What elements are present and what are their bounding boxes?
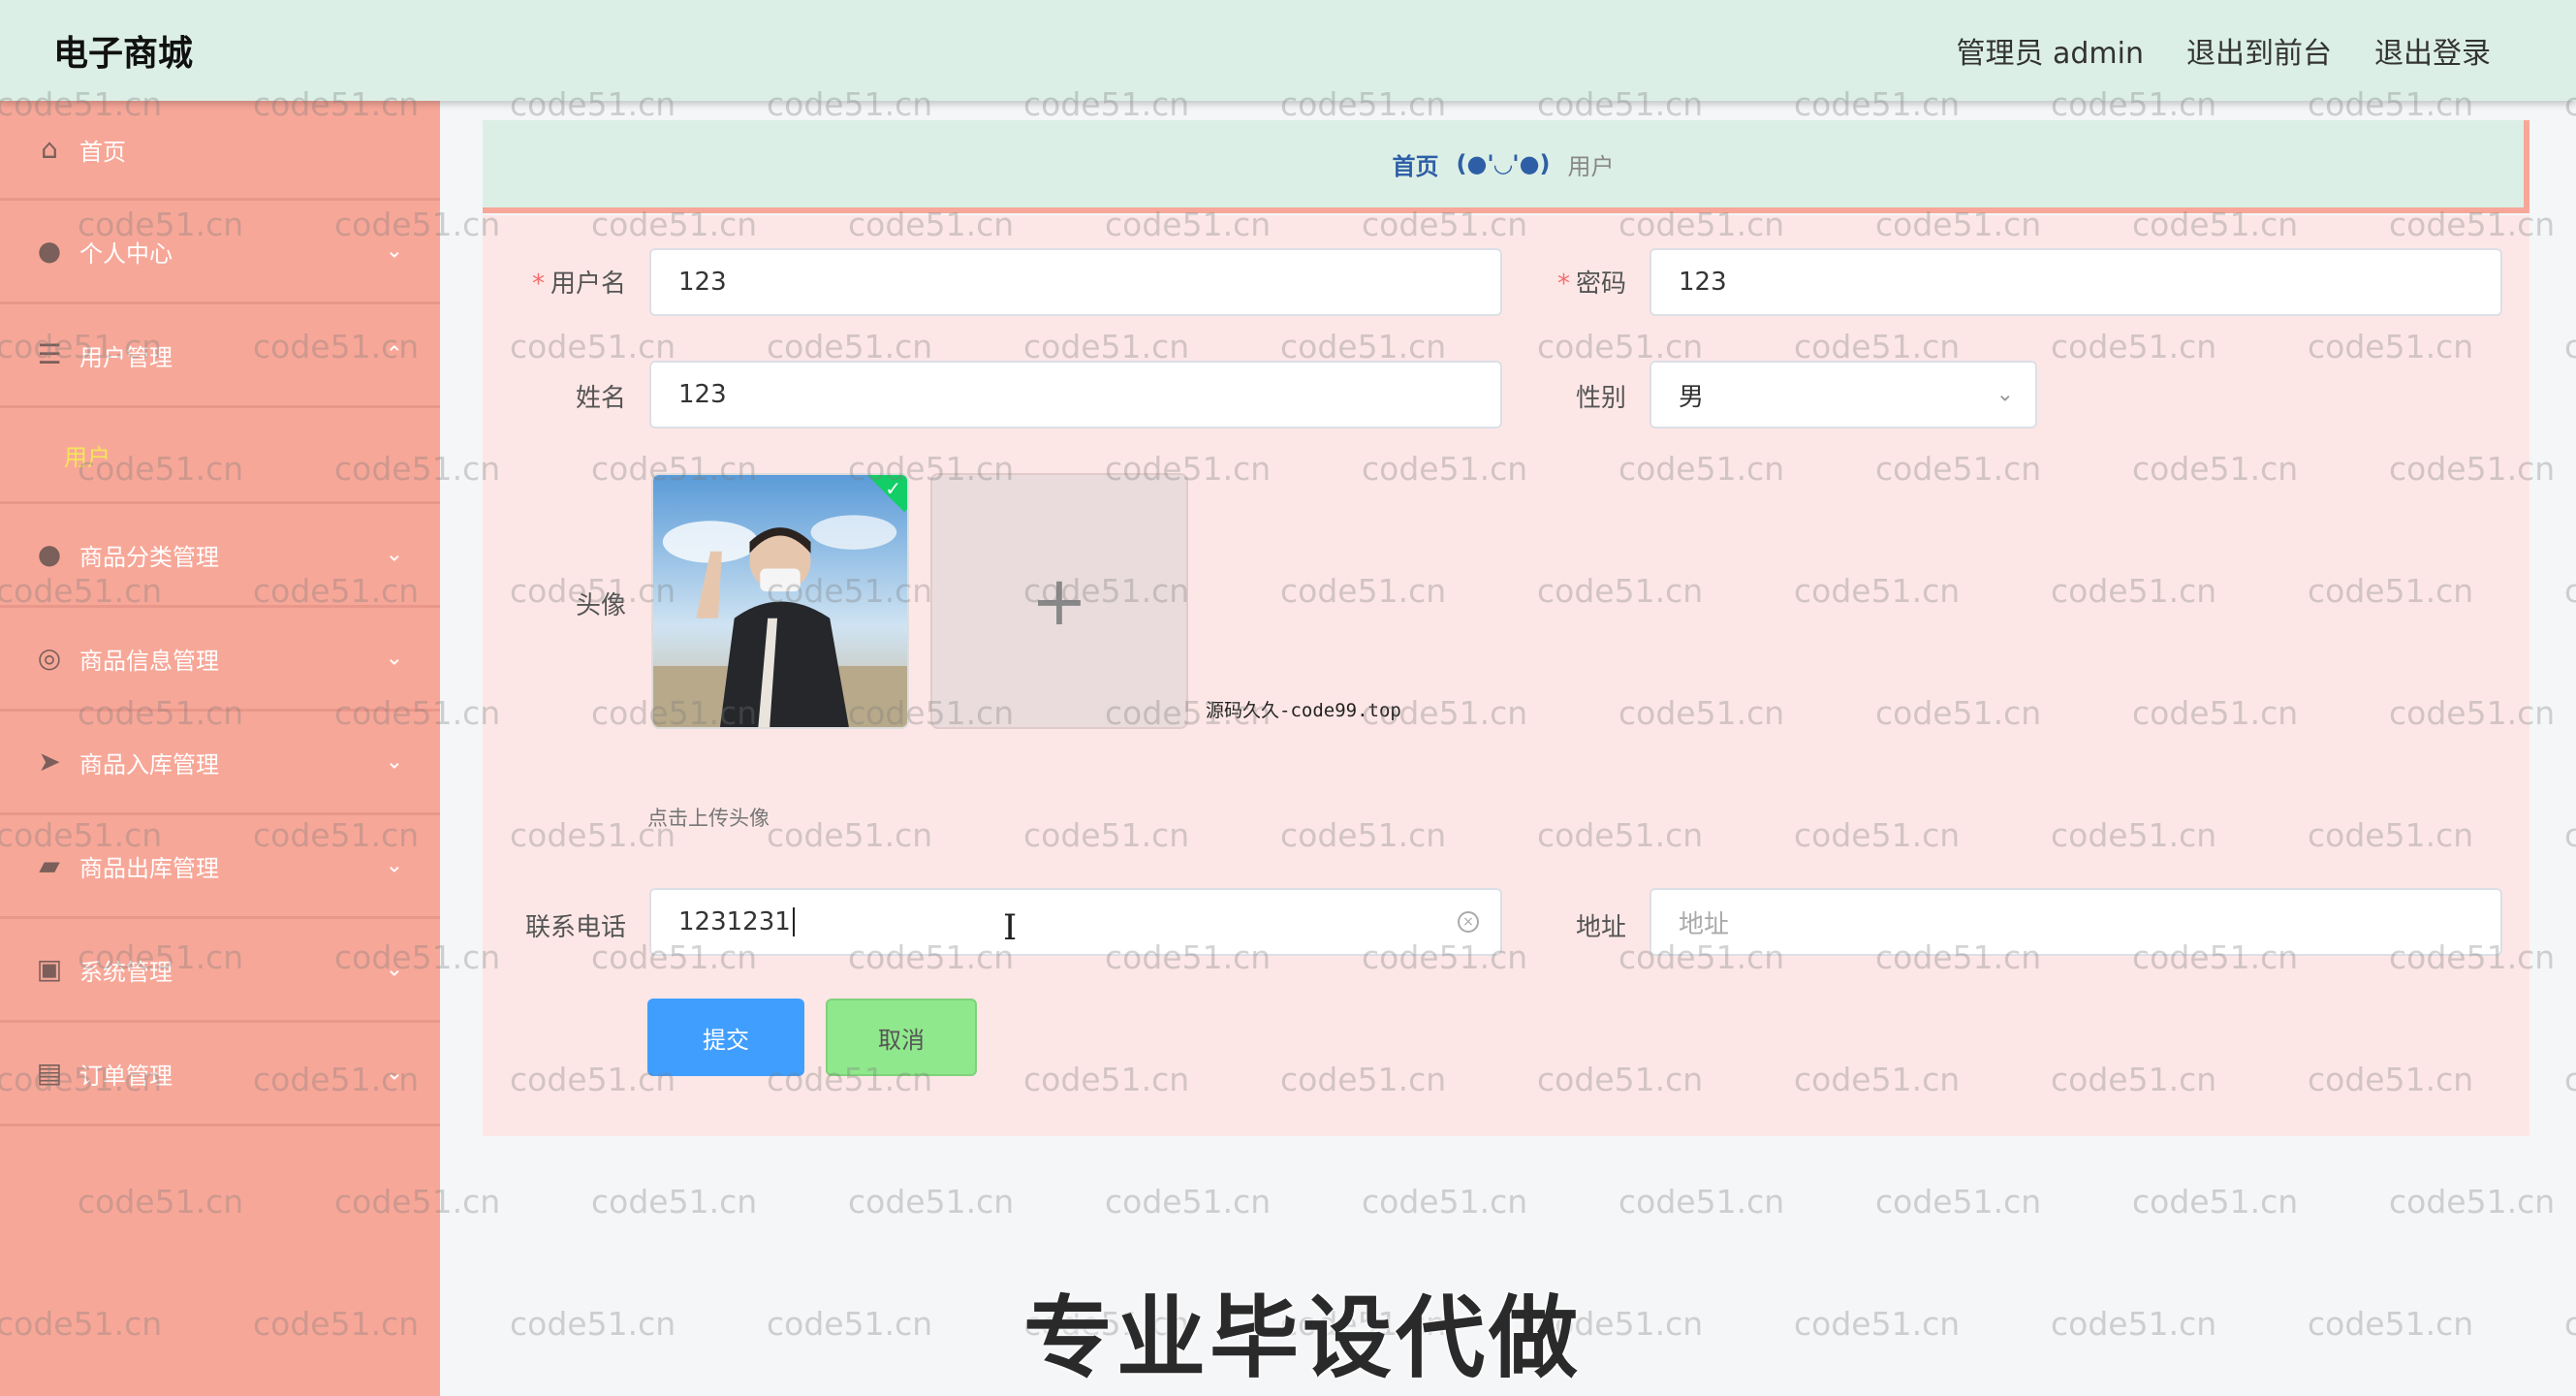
watermark-text: code51.cn <box>2308 1305 2474 1343</box>
plus-icon: + <box>1030 561 1088 641</box>
chevron-down-icon: ⌄ <box>1995 382 2014 407</box>
watermark-text: code51.cn <box>767 1305 933 1343</box>
chevron-down-icon: ⌄ <box>385 957 403 982</box>
sidebar-item-orders[interactable]: ▤ 订单管理 ⌄ <box>0 1023 440 1126</box>
chevron-down-icon: ⌄ <box>385 1061 403 1086</box>
gender-select-value: 男 <box>1679 382 1705 412</box>
sidebar-item-label: 个人中心 <box>79 239 173 268</box>
logout-link[interactable]: 退出登录 <box>2374 29 2491 72</box>
username-input[interactable]: 123 <box>649 248 1502 316</box>
person-icon: ● <box>37 538 62 570</box>
source-note: 源码久久-code99.top <box>1206 700 1401 721</box>
sidebar-item-label: 首页 <box>79 138 126 166</box>
password-label-text: 密码 <box>1575 270 1626 299</box>
sidebar-item-user-management[interactable]: ☰ 用户管理 ⌃ <box>0 304 440 408</box>
sidebar-item-home[interactable]: ⌂ 首页 <box>0 101 440 201</box>
sidebar: ⌂ 首页 ● 个人中心 ⌄ ☰ 用户管理 ⌃ 用户 ● 商品分类管理 ⌄ ◎ 商… <box>0 101 440 1396</box>
text-caret <box>792 907 795 936</box>
watermark-text: code51.cn <box>510 1305 676 1343</box>
submit-button[interactable]: 提交 <box>647 999 804 1076</box>
sidebar-item-personal-center[interactable]: ● 个人中心 ⌄ <box>0 201 440 304</box>
box-icon: ▣ <box>36 953 63 985</box>
chevron-down-icon: ⌄ <box>385 646 403 671</box>
breadcrumb-current: 用户 <box>1567 152 1615 180</box>
sidebar-item-system[interactable]: ▣ 系统管理 ⌄ <box>0 919 440 1023</box>
watermark-text: code51.cn <box>2132 1183 2299 1221</box>
phone-label: 联系电话 <box>524 913 626 942</box>
brand-title: 电子商城 <box>53 34 194 74</box>
submenu-item-user[interactable]: 用户 <box>64 438 110 472</box>
watermark-text: code51.cn <box>591 1183 758 1221</box>
upload-avatar-button[interactable]: + <box>930 473 1188 729</box>
address-input[interactable]: 地址 <box>1649 888 2502 956</box>
upload-tip: 点击上传头像 <box>647 807 770 830</box>
top-header: 电子商城 管理员 admin 退出到前台 退出登录 <box>0 0 2576 101</box>
watermark-text: code51.cn <box>2564 816 2576 854</box>
sidebar-item-label: 商品出库管理 <box>79 854 219 882</box>
watermark-text: code51.cn <box>2051 1305 2217 1343</box>
sidebar-item-stock-in[interactable]: ➤ 商品入库管理 ⌄ <box>0 712 440 815</box>
breadcrumb-home[interactable]: 首页 <box>1393 147 1439 181</box>
check-icon: ✓ <box>885 477 901 500</box>
name-label: 姓名 <box>575 384 626 413</box>
text-cursor-icon: I <box>1003 908 1018 948</box>
gender-select[interactable]: 男 ⌄ <box>1649 361 2037 428</box>
chevron-down-icon: ⌄ <box>385 238 403 264</box>
avatar-image[interactable]: ✓ <box>651 473 909 729</box>
sidebar-item-label: 商品信息管理 <box>79 647 219 675</box>
admin-user-label[interactable]: 管理员 admin <box>1956 29 2144 72</box>
send-icon: ➤ <box>38 746 61 777</box>
menu-icon: ☰ <box>37 338 62 370</box>
watermark-text: code51.cn <box>848 1183 1015 1221</box>
username-label: * 用户名 <box>514 264 626 300</box>
sidebar-item-label: 商品入库管理 <box>79 750 219 778</box>
sidebar-item-label: 系统管理 <box>79 958 173 986</box>
sidebar-item-label: 订单管理 <box>79 1062 173 1090</box>
home-icon: ⌂ <box>41 133 58 165</box>
required-mark: * <box>531 270 545 299</box>
cancel-button[interactable]: 取消 <box>826 999 977 1076</box>
watermark-text: code51.cn <box>1362 1183 1528 1221</box>
breadcrumb: 首页 (●'◡'●) 用户 <box>483 120 2529 213</box>
breadcrumb-separator: (●'◡'●) <box>1456 150 1551 177</box>
watermark-text: code51.cn <box>1794 1305 1961 1343</box>
avatar-label: 头像 <box>575 591 626 620</box>
watermark-text: code51.cn <box>2564 1305 2576 1343</box>
password-input[interactable]: 123 <box>1649 248 2502 316</box>
watermark-text: code51.cn <box>1105 1183 1272 1221</box>
watermark-text: code51.cn <box>1875 1183 2042 1221</box>
phone-input[interactable]: 1231231 × <box>649 888 1502 956</box>
watermark-text: code51.cn <box>1618 1183 1785 1221</box>
submenu-user: 用户 <box>0 408 440 504</box>
chevron-down-icon: ⌄ <box>385 542 403 567</box>
chevron-up-icon: ⌃ <box>385 342 403 367</box>
phone-input-value: 1231231 <box>678 907 791 936</box>
chevron-down-icon: ⌄ <box>385 853 403 878</box>
sidebar-item-stock-out[interactable]: ▰ 商品出库管理 ⌄ <box>0 815 440 919</box>
watermark-text: code51.cn <box>2564 328 2576 365</box>
username-label-text: 用户名 <box>550 270 626 299</box>
circle-icon: ◎ <box>37 642 62 674</box>
sidebar-item-label: 商品分类管理 <box>79 543 219 571</box>
watermark-text: code51.cn <box>2564 1061 2576 1098</box>
top-nav: 管理员 admin 退出到前台 退出登录 <box>1956 29 2491 72</box>
person-icon: ● <box>37 235 62 267</box>
sidebar-item-product-info[interactable]: ◎ 商品信息管理 ⌄ <box>0 608 440 712</box>
watermark-text: code51.cn <box>2389 1183 2556 1221</box>
required-mark: * <box>1556 270 1570 299</box>
gender-label: 性别 <box>1575 384 1626 413</box>
address-label: 地址 <box>1575 913 1626 942</box>
watermark-text: code51.cn <box>2564 572 2576 610</box>
sidebar-item-category-management[interactable]: ● 商品分类管理 ⌄ <box>0 504 440 608</box>
clear-icon[interactable]: × <box>1458 911 1479 933</box>
front-link[interactable]: 退出到前台 <box>2186 29 2332 72</box>
password-label: * 密码 <box>1529 264 1626 300</box>
briefcase-icon: ▤ <box>36 1057 63 1089</box>
avatar-photo-icon <box>653 475 907 727</box>
bottom-caption: 专业毕设代做 <box>1023 1286 1583 1390</box>
sidebar-item-label: 用户管理 <box>79 343 173 371</box>
wallet-icon: ▰ <box>39 849 60 881</box>
name-input[interactable]: 123 <box>649 361 1502 428</box>
chevron-down-icon: ⌄ <box>385 749 403 775</box>
